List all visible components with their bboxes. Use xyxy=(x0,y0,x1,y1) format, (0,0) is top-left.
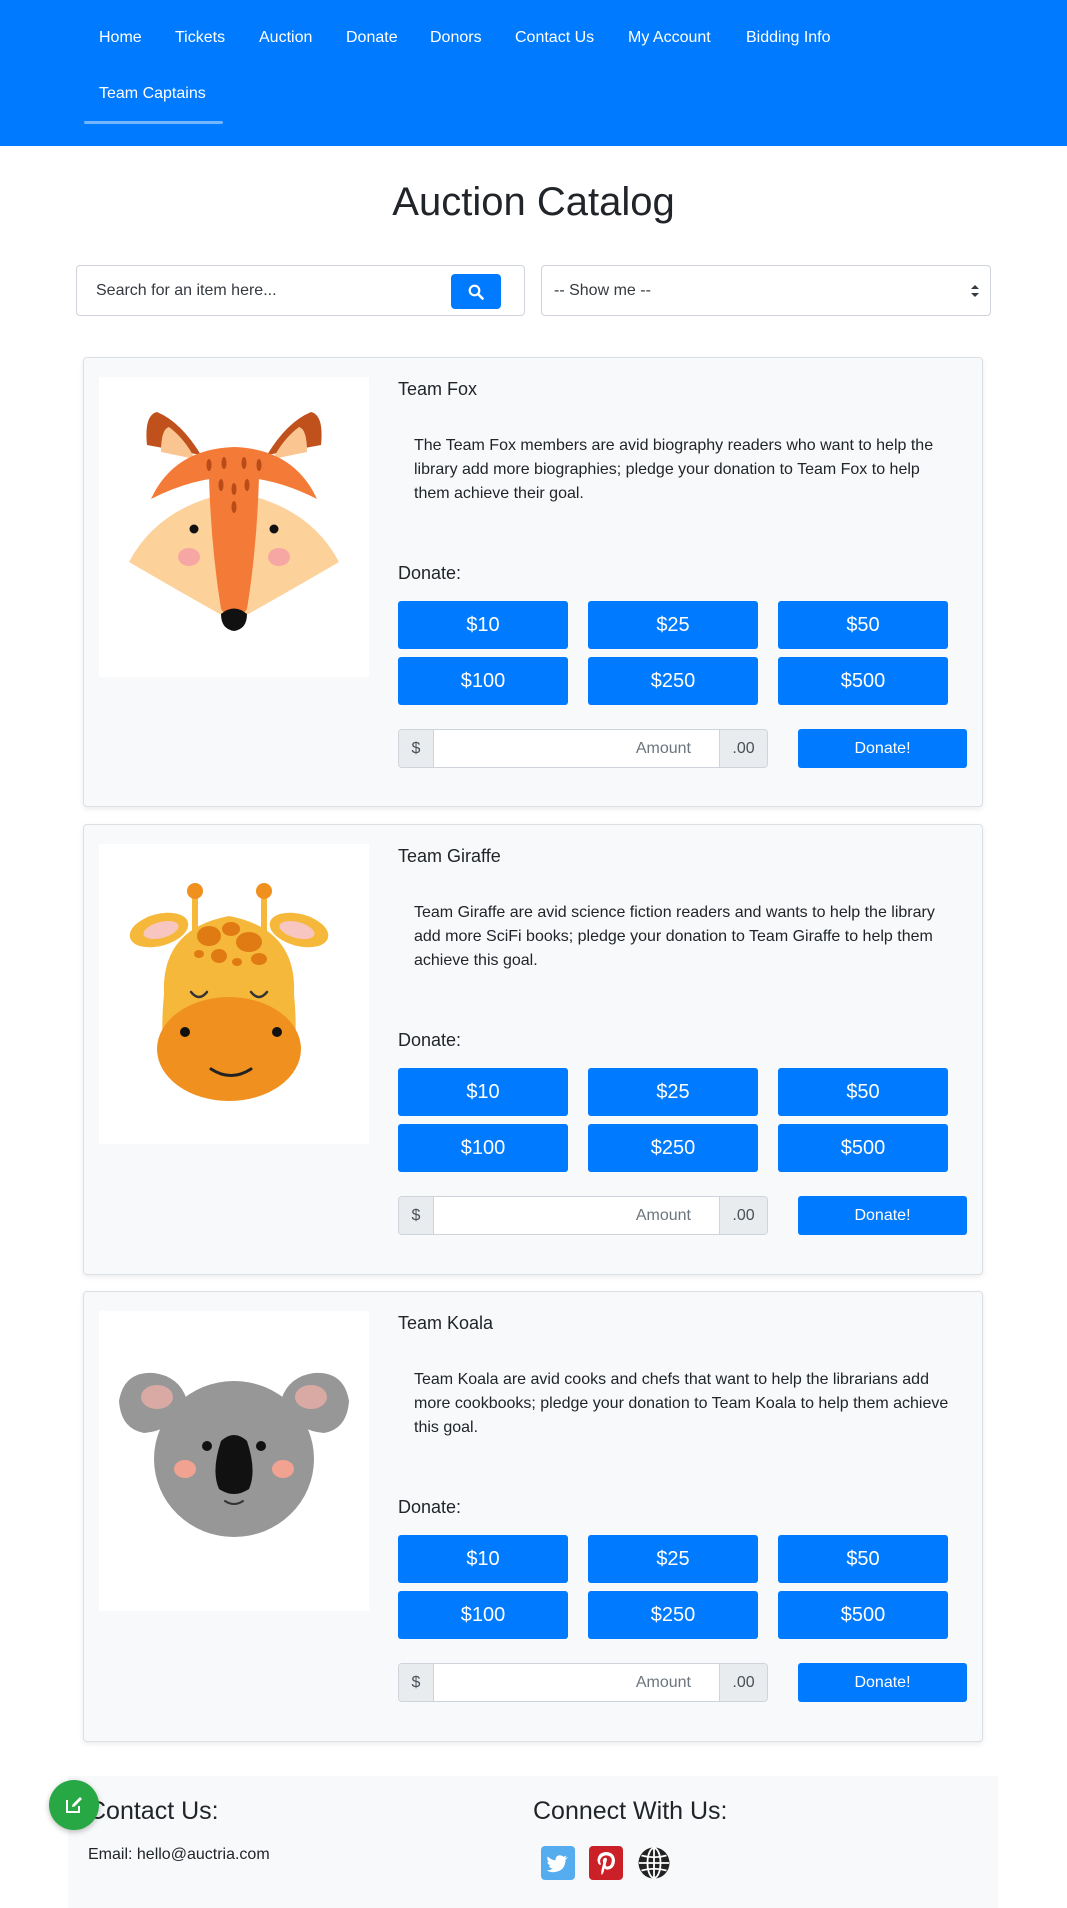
search-button[interactable] xyxy=(451,274,501,309)
nav-item-contact-us[interactable]: Contact Us xyxy=(515,28,594,48)
donate-100-button[interactable]: $100 xyxy=(398,657,568,705)
search-icon xyxy=(468,284,484,300)
team-card-fox: Team Fox The Team Fox members are avid b… xyxy=(83,357,983,807)
donate-submit-button[interactable]: Donate! xyxy=(798,729,967,768)
donate-10-button[interactable]: $10 xyxy=(398,1535,568,1583)
top-navbar: Home Tickets Auction Donate Donors Conta… xyxy=(0,0,1067,146)
donate-500-button[interactable]: $500 xyxy=(778,657,948,705)
footer: Contact Us: Email: hello@auctria.com Con… xyxy=(68,1776,998,1908)
donate-25-button[interactable]: $25 xyxy=(588,1068,758,1116)
team-image xyxy=(99,1311,369,1611)
donate-25-button[interactable]: $25 xyxy=(588,1535,758,1583)
nav-item-home[interactable]: Home xyxy=(99,28,142,48)
donate-250-button[interactable]: $250 xyxy=(588,1591,758,1639)
pinterest-icon[interactable] xyxy=(589,1846,623,1880)
donate-500-button[interactable]: $500 xyxy=(778,1124,948,1172)
team-image xyxy=(99,844,369,1144)
nav-item-donors[interactable]: Donors xyxy=(430,28,482,48)
search-bar xyxy=(76,265,525,316)
edit-page-button[interactable] xyxy=(49,1780,99,1830)
donate-100-button[interactable]: $100 xyxy=(398,1124,568,1172)
team-name: Team Fox xyxy=(398,379,478,399)
twitter-icon[interactable] xyxy=(541,1846,575,1880)
nav-item-team-captains[interactable]: Team Captains xyxy=(99,84,206,104)
select-value: -- Show me -- xyxy=(554,282,651,299)
cents-suffix: .00 xyxy=(719,1664,767,1701)
donate-10-button[interactable]: $10 xyxy=(398,601,568,649)
donate-submit-button[interactable]: Donate! xyxy=(798,1663,967,1702)
custom-amount-input[interactable] xyxy=(435,1197,719,1234)
team-name: Team Giraffe xyxy=(398,846,501,866)
team-description: Team Giraffe are avid science fiction re… xyxy=(414,904,935,969)
donate-100-button[interactable]: $100 xyxy=(398,1591,568,1639)
page: Home Tickets Auction Donate Donors Conta… xyxy=(0,0,1067,1908)
donate-250-button[interactable]: $250 xyxy=(588,657,758,705)
nav-item-donate[interactable]: Donate xyxy=(346,28,398,48)
team-description: Team Koala are avid cooks and chefs that… xyxy=(414,1371,949,1436)
team-card-koala: Team Koala Team Koala are avid cooks and… xyxy=(83,1291,983,1742)
custom-amount-input[interactable] xyxy=(435,730,719,767)
donate-10-button[interactable]: $10 xyxy=(398,1068,568,1116)
nav-item-my-account[interactable]: My Account xyxy=(628,28,711,48)
cents-suffix: .00 xyxy=(719,730,767,767)
currency-prefix: $ xyxy=(399,1664,434,1701)
donate-50-button[interactable]: $50 xyxy=(778,601,948,649)
contact-email: Email: hello@auctria.com xyxy=(88,1846,270,1863)
team-image xyxy=(99,377,369,677)
donate-250-button[interactable]: $250 xyxy=(588,1124,758,1172)
donate-500-button[interactable]: $500 xyxy=(778,1591,948,1639)
globe-icon[interactable] xyxy=(637,1846,671,1880)
currency-prefix: $ xyxy=(399,1197,434,1234)
active-nav-indicator xyxy=(84,121,223,124)
donate-submit-button[interactable]: Donate! xyxy=(798,1196,967,1235)
contact-heading: Contact Us: xyxy=(88,1797,219,1825)
team-card-giraffe: Team Giraffe Team Giraffe are avid scien… xyxy=(83,824,983,1275)
nav-item-tickets[interactable]: Tickets xyxy=(175,28,225,48)
cents-suffix: .00 xyxy=(719,1197,767,1234)
team-name: Team Koala xyxy=(398,1313,494,1333)
donate-50-button[interactable]: $50 xyxy=(778,1068,948,1116)
donate-label: Donate: xyxy=(398,1497,462,1517)
donate-50-button[interactable]: $50 xyxy=(778,1535,948,1583)
custom-amount-input[interactable] xyxy=(435,1664,719,1701)
search-input[interactable] xyxy=(96,266,436,315)
custom-amount-group: $ .00 xyxy=(398,1663,768,1702)
page-title: Auction Catalog xyxy=(392,180,675,224)
custom-amount-group: $ .00 xyxy=(398,729,768,768)
team-description: The Team Fox members are avid biography … xyxy=(414,437,934,502)
select-caret-icon xyxy=(971,285,979,297)
donate-25-button[interactable]: $25 xyxy=(588,601,758,649)
giraffe-illustration xyxy=(129,883,329,1101)
edit-icon xyxy=(66,1797,82,1813)
nav-item-bidding-info[interactable]: Bidding Info xyxy=(746,28,831,48)
currency-prefix: $ xyxy=(399,730,434,767)
connect-heading: Connect With Us: xyxy=(533,1797,728,1825)
donate-label: Donate: xyxy=(398,563,462,583)
show-me-select[interactable]: -- Show me -- xyxy=(541,265,991,316)
custom-amount-group: $ .00 xyxy=(398,1196,768,1235)
fox-illustration xyxy=(129,412,339,631)
donate-label: Donate: xyxy=(398,1030,462,1050)
koala-illustration xyxy=(119,1372,349,1537)
nav-item-auction[interactable]: Auction xyxy=(259,28,312,48)
